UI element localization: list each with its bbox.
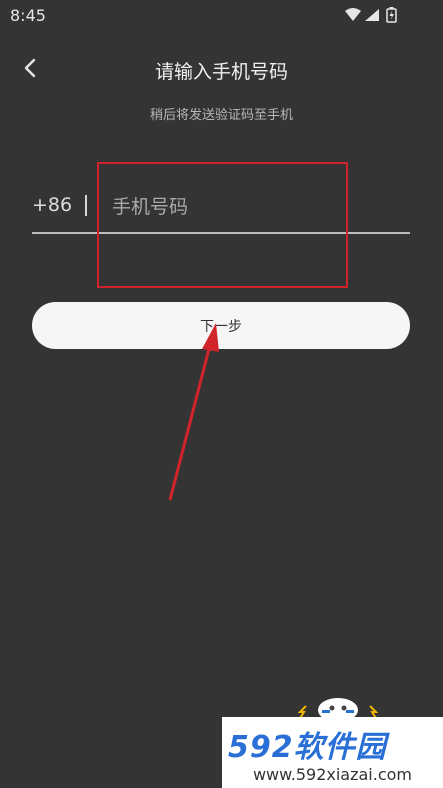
watermark-url: www.592xiazai.com [252, 765, 413, 784]
divider [85, 195, 87, 216]
status-time: 8:45 [10, 6, 46, 25]
next-button[interactable]: 下一步 [32, 302, 410, 349]
country-code[interactable]: +86 [32, 194, 72, 216]
header: 请输入手机号码 [0, 52, 443, 86]
status-icons [343, 7, 409, 27]
watermark-brand: 592软件园 [228, 730, 387, 765]
page-subtitle: 稍后将发送验证码至手机 [149, 108, 293, 123]
page-title: 请输入手机号码 [154, 61, 288, 83]
battery-icon [386, 7, 397, 23]
phone-row: +86 [32, 186, 410, 234]
wifi-icon [345, 8, 361, 21]
watermark: 592软件园 www.592xiazai.com [222, 717, 443, 788]
phone-input[interactable] [110, 190, 404, 224]
signal-icon [365, 9, 379, 21]
status-bar: 8:45 [0, 0, 443, 30]
